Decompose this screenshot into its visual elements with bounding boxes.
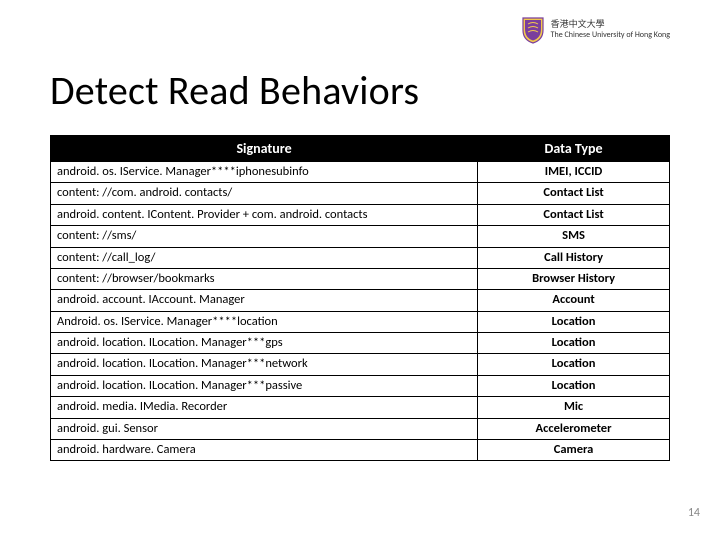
table-row: android. hardware. CameraCamera <box>51 439 670 460</box>
cell-datatype: Location <box>478 354 670 375</box>
cell-datatype: Contact List <box>478 204 670 225</box>
cell-signature: content: //browser/bookmarks <box>51 268 478 289</box>
cell-datatype: Location <box>478 375 670 396</box>
cell-datatype: Accelerometer <box>478 418 670 439</box>
cell-datatype: Mic <box>478 397 670 418</box>
behaviors-table-wrap: Signature Data Type android. os. IServic… <box>50 135 670 461</box>
table-row: android. account. IAccount. ManagerAccou… <box>51 290 670 311</box>
cell-datatype: Camera <box>478 439 670 460</box>
table-row: content: //call_log/Call History <box>51 247 670 268</box>
cell-signature: content: //call_log/ <box>51 247 478 268</box>
university-logo: 香港中文大學 The Chinese University of Hong Ko… <box>521 16 670 44</box>
cell-datatype: IMEI, ICCID <box>478 162 670 183</box>
cell-signature: android. account. IAccount. Manager <box>51 290 478 311</box>
cell-datatype: SMS <box>478 226 670 247</box>
table-row: android. content. IContent. Provider + c… <box>51 204 670 225</box>
cell-datatype: Call History <box>478 247 670 268</box>
table-row: android. location. ILocation. Manager***… <box>51 354 670 375</box>
cell-signature: android. location. ILocation. Manager***… <box>51 375 478 396</box>
cell-signature: android. location. ILocation. Manager***… <box>51 333 478 354</box>
cell-signature: content: //sms/ <box>51 226 478 247</box>
page-number: 14 <box>688 506 700 520</box>
behaviors-table: Signature Data Type android. os. IServic… <box>50 135 670 461</box>
slide-title: Detect Read Behaviors <box>50 66 419 115</box>
table-row: android. media. IMedia. RecorderMic <box>51 397 670 418</box>
cell-datatype: Contact List <box>478 183 670 204</box>
cell-signature: android. content. IContent. Provider + c… <box>51 204 478 225</box>
table-row: android. location. ILocation. Manager***… <box>51 333 670 354</box>
cell-signature: android. hardware. Camera <box>51 439 478 460</box>
table-row: content: //browser/bookmarksBrowser Hist… <box>51 268 670 289</box>
table-row: android. location. ILocation. Manager***… <box>51 375 670 396</box>
table-row: content: //sms/SMS <box>51 226 670 247</box>
cell-signature: android. media. IMedia. Recorder <box>51 397 478 418</box>
cell-signature: android. gui. Sensor <box>51 418 478 439</box>
cell-signature: content: //com. android. contacts/ <box>51 183 478 204</box>
cell-datatype: Location <box>478 311 670 332</box>
table-row: android. gui. SensorAccelerometer <box>51 418 670 439</box>
table-row: content: //com. android. contacts/Contac… <box>51 183 670 204</box>
cell-signature: android. os. IService. Manager****iphone… <box>51 162 478 183</box>
table-row: Android. os. IService. Manager****locati… <box>51 311 670 332</box>
cell-datatype: Location <box>478 333 670 354</box>
cell-signature: Android. os. IService. Manager****locati… <box>51 311 478 332</box>
table-row: android. os. IService. Manager****iphone… <box>51 162 670 183</box>
cell-signature: android. location. ILocation. Manager***… <box>51 354 478 375</box>
col-header-signature: Signature <box>51 136 478 162</box>
cell-datatype: Browser History <box>478 268 670 289</box>
crest-icon <box>521 16 545 44</box>
cell-datatype: Account <box>478 290 670 311</box>
university-name-en: The Chinese University of Hong Kong <box>551 31 670 40</box>
col-header-datatype: Data Type <box>478 136 670 162</box>
